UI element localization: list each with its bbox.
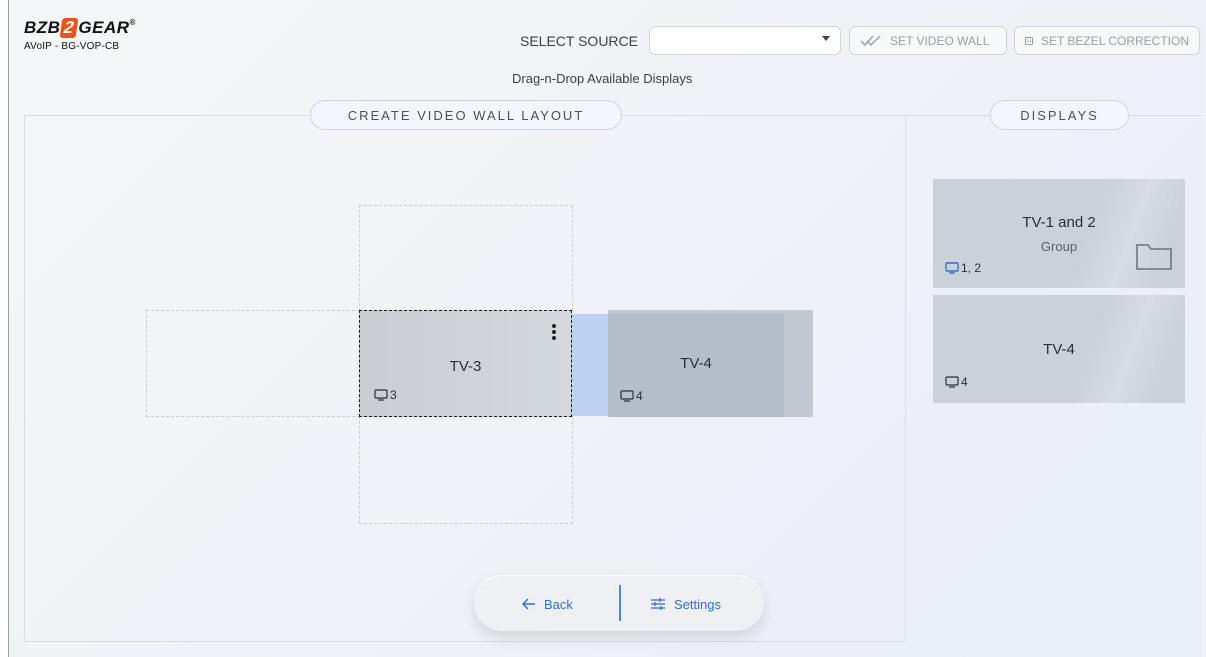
set-bezel-correction-label: SET BEZEL CORRECTION (1040, 33, 1189, 48)
device-model: AVoIP - BG-VOP-CB (24, 41, 120, 52)
settings-button[interactable]: Settings (650, 587, 721, 621)
window-left-edge (0, 0, 9, 657)
monitor-icon (620, 390, 634, 402)
display-card-tv-1-and-2[interactable]: TV-1 and 2 Group 1, 2 (933, 179, 1185, 288)
display-card-tv-4[interactable]: TV-4 4 (933, 295, 1185, 403)
back-button[interactable]: Back (522, 587, 573, 621)
tile-display-number: 3 (374, 388, 397, 402)
monitor-icon (945, 376, 959, 388)
double-check-icon (860, 34, 881, 46)
bar-divider (619, 585, 621, 621)
display-card-numbers: 1, 2 (945, 261, 981, 275)
window-right-edge (1202, 0, 1206, 657)
create-layout-title: CREATE VIDEO WALL LAYOUT (310, 100, 622, 130)
wall-tile-tv-4[interactable]: TV-4 4 (608, 310, 813, 417)
drop-slot-top[interactable] (359, 205, 573, 311)
select-source-label: SELECT SOURCE (520, 33, 638, 49)
drop-slot-left[interactable] (146, 310, 360, 417)
panel-divider (905, 115, 906, 642)
tile-label: TV-4 (680, 355, 712, 372)
caret-down-icon (822, 36, 830, 41)
set-video-wall-button[interactable]: SET VIDEO WALL (849, 26, 1007, 55)
settings-label: Settings (674, 596, 721, 612)
displays-title: DISPLAYS (990, 100, 1129, 130)
sliders-icon (651, 598, 665, 610)
brand-logo: BZB 2 GEAR® (24, 18, 136, 38)
display-card-numbers: 4 (945, 375, 968, 389)
display-card-label: TV-4 (1043, 341, 1075, 358)
bottom-action-bar: Back Settings (474, 575, 764, 631)
arrow-left-icon (522, 598, 535, 610)
drag-drop-hint: Drag-n-Drop Available Displays (512, 71, 693, 86)
drop-slot-bottom[interactable] (359, 416, 573, 524)
grid-frame-icon (1025, 36, 1033, 45)
set-video-wall-label: SET VIDEO WALL (890, 33, 990, 48)
back-label: Back (544, 596, 573, 612)
more-options-icon[interactable] (552, 324, 556, 342)
tile-label: TV-3 (449, 358, 482, 375)
monitor-icon (374, 389, 388, 401)
source-select[interactable] (649, 26, 841, 55)
display-card-label: TV-1 and 2 (1022, 214, 1096, 231)
wall-tile-tv-3[interactable]: TV-3 3 (359, 310, 572, 417)
set-bezel-correction-button[interactable]: SET BEZEL CORRECTION (1014, 26, 1200, 55)
tile-display-number: 4 (620, 389, 643, 403)
monitor-icon (945, 262, 959, 274)
drop-highlight (572, 314, 608, 416)
folder-icon (1136, 244, 1172, 270)
